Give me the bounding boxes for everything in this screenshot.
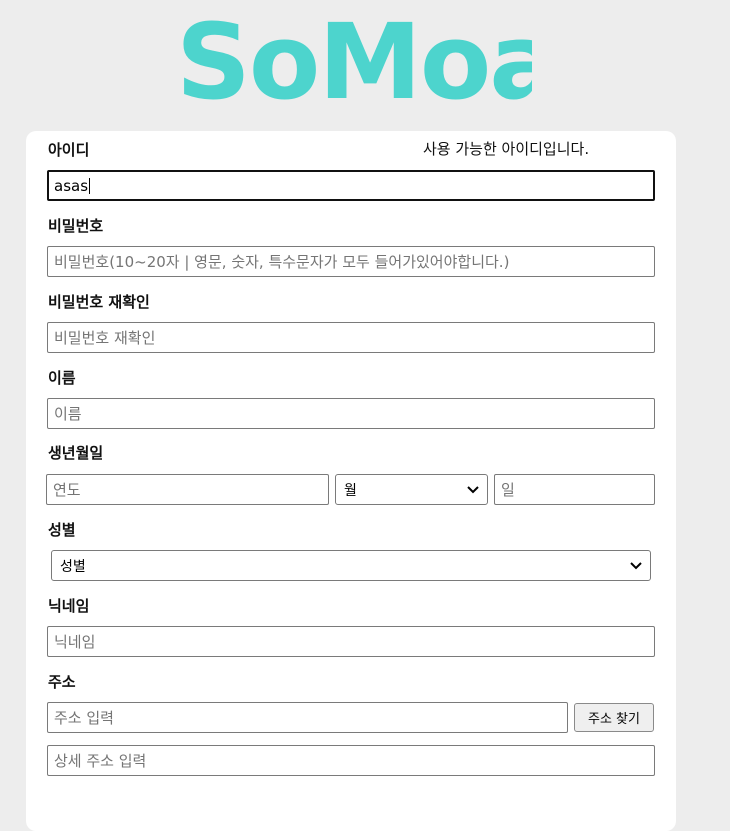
birth-day-input[interactable]: 일: [494, 474, 655, 505]
chevron-down-icon: [630, 561, 642, 569]
chevron-down-icon: [467, 485, 479, 493]
birth-year-placeholder: 연도: [53, 481, 81, 499]
address-detail-placeholder: 상세 주소 입력: [54, 752, 147, 770]
birth-day-placeholder: 일: [501, 481, 515, 499]
gender-label: 성별: [48, 521, 76, 539]
nickname-label: 닉네임: [48, 597, 90, 615]
password-confirm-placeholder: 비밀번호 재확인: [54, 329, 156, 347]
address-detail-input[interactable]: 상세 주소 입력: [47, 745, 655, 776]
name-input[interactable]: 이름: [47, 398, 655, 429]
nickname-placeholder: 닉네임: [54, 633, 96, 651]
header: SoMoa: [0, 0, 730, 120]
password-input[interactable]: 비밀번호(10~20자 | 영문, 숫자, 특수문자가 모두 들어가있어야합니다…: [47, 246, 655, 277]
birth-label: 생년월일: [48, 444, 104, 462]
password-label: 비밀번호: [48, 217, 104, 235]
gender-select[interactable]: 성별: [51, 550, 651, 581]
birth-year-input[interactable]: 연도: [46, 474, 329, 505]
somoa-logo: SoMoa: [176, 8, 532, 112]
text-caret: [89, 177, 91, 194]
password-confirm-input[interactable]: 비밀번호 재확인: [47, 322, 655, 353]
address-label: 주소: [48, 673, 76, 691]
id-input-value: asas: [54, 176, 89, 195]
password-placeholder: 비밀번호(10~20자 | 영문, 숫자, 특수문자가 모두 들어가있어야합니다…: [54, 253, 510, 271]
address-placeholder: 주소 입력: [54, 709, 114, 727]
birth-month-value: 월: [344, 482, 357, 499]
id-status-message: 사용 가능한 아이디입니다.: [423, 140, 590, 158]
name-label: 이름: [48, 369, 76, 387]
address-input[interactable]: 주소 입력: [47, 702, 568, 733]
gender-value: 성별: [60, 558, 86, 575]
nickname-input[interactable]: 닉네임: [47, 626, 655, 657]
birth-month-select[interactable]: 월: [335, 474, 488, 505]
password-confirm-label: 비밀번호 재확인: [48, 293, 150, 311]
name-placeholder: 이름: [54, 405, 82, 423]
address-search-button[interactable]: 주소 찾기: [574, 703, 654, 732]
id-input[interactable]: asas: [47, 170, 655, 201]
id-label: 아이디: [48, 141, 90, 159]
svg-text:SoMoa: SoMoa: [176, 8, 532, 112]
